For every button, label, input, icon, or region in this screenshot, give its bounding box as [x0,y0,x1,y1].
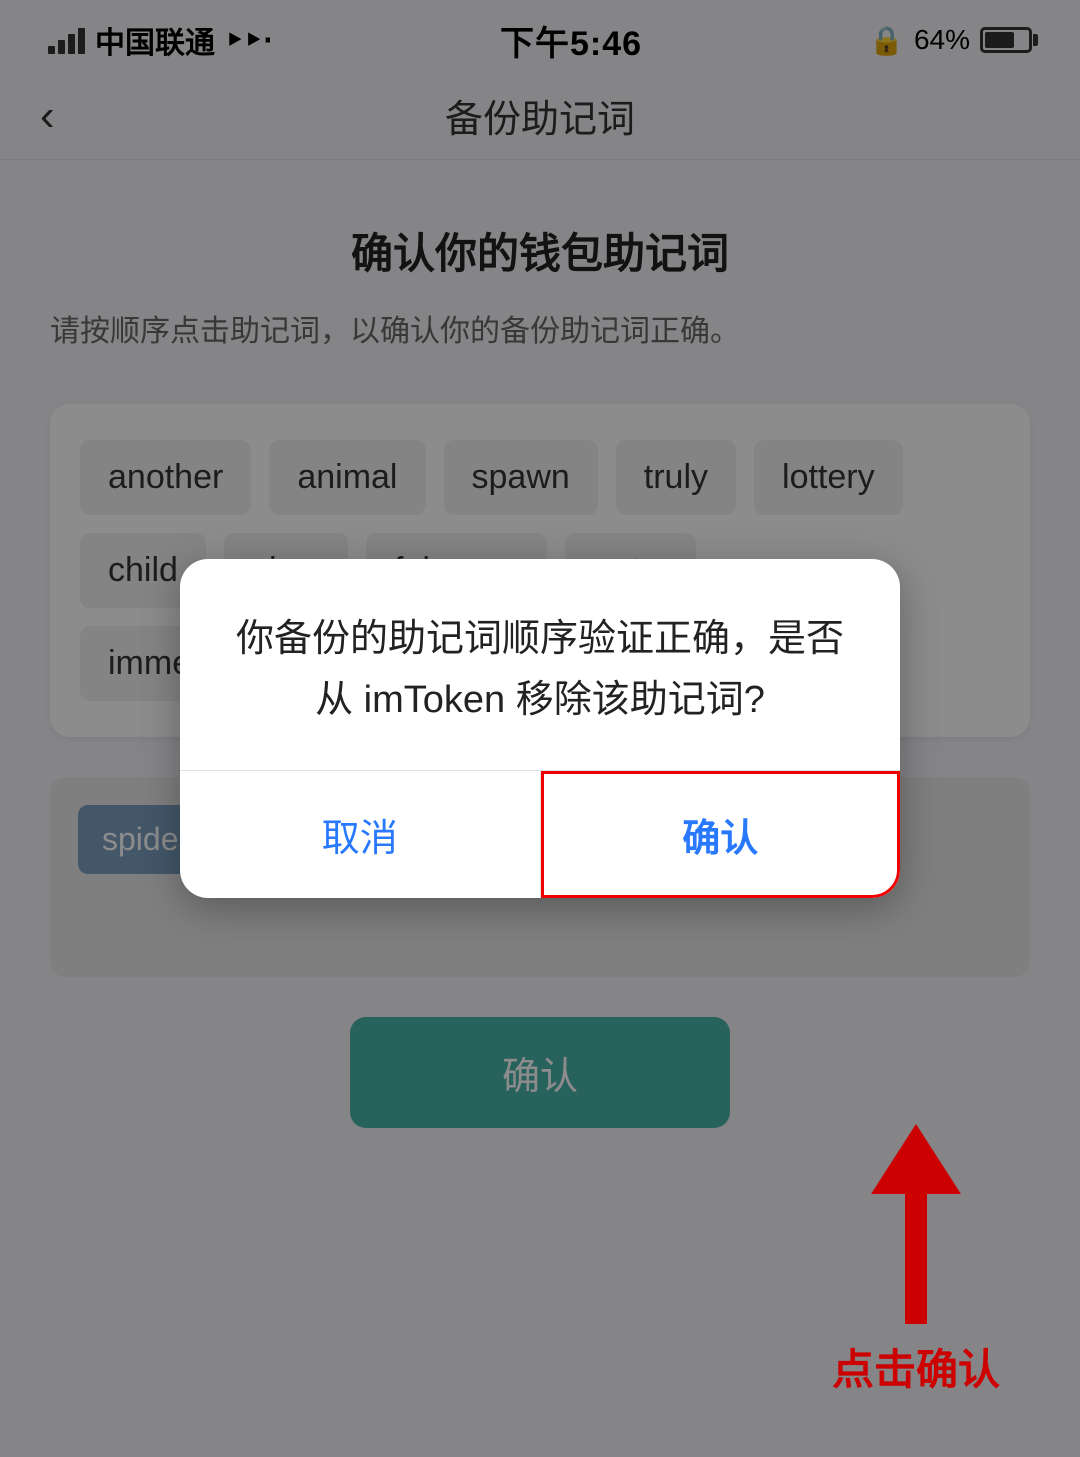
dialog-body: 你备份的助记词顺序验证正确，是否从 imToken 移除该助记词? [180,559,900,771]
dialog-cancel-button[interactable]: 取消 [180,771,541,898]
dialog-confirm-button[interactable]: 确认 [541,771,901,898]
dialog-actions: 取消 确认 [180,771,900,898]
dialog: 你备份的助记词顺序验证正确，是否从 imToken 移除该助记词? 取消 确认 [180,559,900,899]
annotation-label: 点击确认 [832,1336,1000,1397]
confirm-annotation: 点击确认 [832,1124,1000,1397]
arrow-shaft [905,1194,927,1324]
arrow-up-icon [871,1124,961,1194]
dialog-message: 你备份的助记词顺序验证正确，是否从 imToken 移除该助记词? [230,609,850,731]
